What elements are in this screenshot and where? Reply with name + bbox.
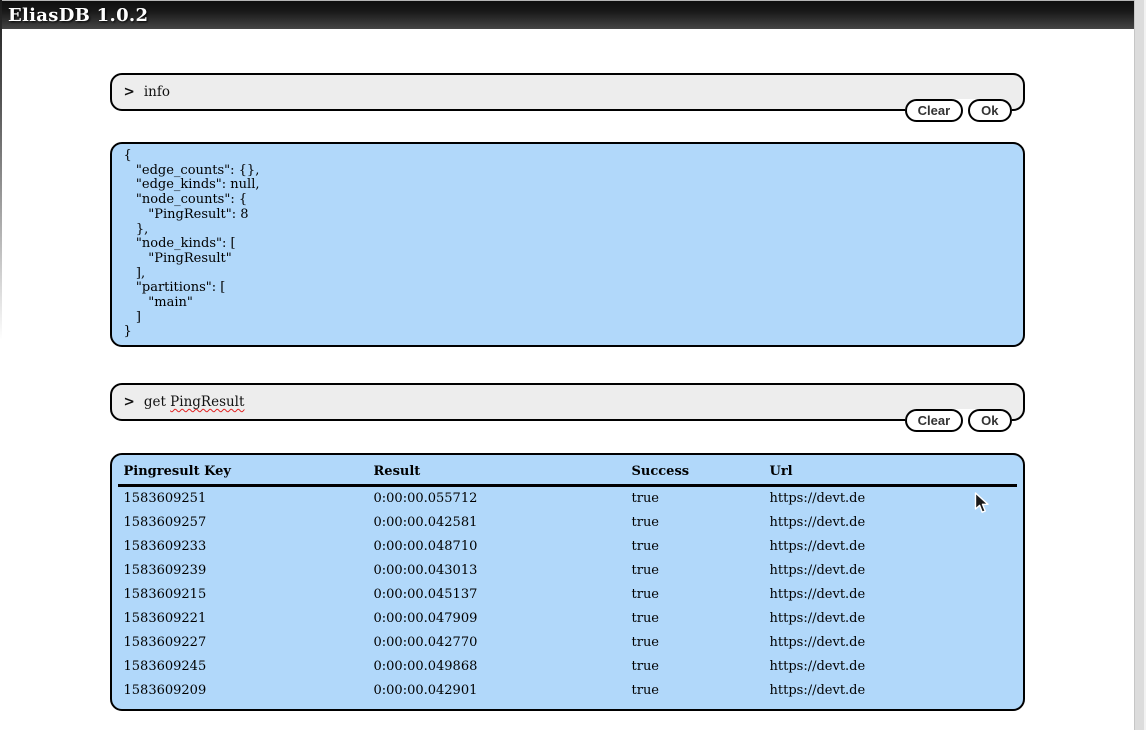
table-cell: 1583609209 [118,679,368,703]
column-header-key: Pingresult Key [118,461,368,486]
table-cell: true [626,631,764,655]
table-cell: 0:00:00.049868 [368,655,626,679]
terminal-query-input-1[interactable]: >info Clear Ok [110,73,1025,111]
titlebar: EliasDB 1.0.2 [0,0,1134,29]
table-row: 15836092450:00:00.049868truehttps://devt… [118,655,1017,679]
table-cell: true [626,655,764,679]
table-cell: 0:00:00.048710 [368,535,626,559]
clear-button[interactable]: Clear [905,99,964,122]
window-left-edge [0,0,2,340]
table-row: 15836092390:00:00.043013truehttps://devt… [118,559,1017,583]
table-cell: https://devt.de [764,679,1017,703]
prompt-symbol: > [124,394,135,410]
table-row: 15836092270:00:00.042770truehttps://devt… [118,631,1017,655]
query-buttons: Clear Ok [905,409,1012,432]
table-cell: 1583609215 [118,583,368,607]
table-cell: true [626,607,764,631]
query-buttons: Clear Ok [905,99,1012,122]
page: > info Clear Ok { "edge_counts": {}, "edg… [0,73,1134,711]
table-cell: 1583609239 [118,559,368,583]
table-cell: 0:00:00.042770 [368,631,626,655]
table-cell: https://devt.de [764,511,1017,535]
clear-button[interactable]: Clear [905,409,964,432]
table-cell: 0:00:00.042901 [368,679,626,703]
info-result-panel: { "edge_counts": {}, "edge_kinds": null,… [110,142,1025,347]
json-output: { "edge_counts": {}, "edge_kinds": null,… [124,149,1011,340]
page-title: EliasDB 1.0.2 [8,5,148,26]
table-cell: true [626,583,764,607]
ping-table-body: 15836092510:00:00.055712truehttps://devt… [118,486,1017,704]
table-cell: true [626,535,764,559]
table-cell: https://devt.de [764,583,1017,607]
terminal-query-input-2[interactable]: >get PingResult Clear Ok [110,383,1025,421]
prompt-symbol: > [124,84,135,100]
table-header-row: Pingresult Key Result Success Url [118,461,1017,486]
table-row: 15836092090:00:00.042901truehttps://devt… [118,679,1017,703]
scrollbar-track[interactable] [1134,0,1146,730]
table-cell: https://devt.de [764,559,1017,583]
query-text: info [144,84,170,100]
column-header-url: Url [764,461,1017,486]
query-text: get [144,394,170,410]
ping-result-table: Pingresult Key Result Success Url 158360… [118,461,1017,703]
table-cell: true [626,511,764,535]
table-cell: 0:00:00.043013 [368,559,626,583]
query-text-misspelled: PingResult [170,394,244,410]
table-cell: 1583609245 [118,655,368,679]
table-cell: 0:00:00.045137 [368,583,626,607]
table-row: 15836092330:00:00.048710truehttps://devt… [118,535,1017,559]
table-row: 15836092510:00:00.055712truehttps://devt… [118,486,1017,512]
table-cell: 0:00:00.055712 [368,486,626,512]
table-cell: true [626,679,764,703]
table-row: 15836092210:00:00.047909truehttps://devt… [118,607,1017,631]
table-cell: true [626,559,764,583]
table-cell: https://devt.de [764,486,1017,512]
table-cell: 1583609233 [118,535,368,559]
table-cell: 1583609221 [118,607,368,631]
table-cell: https://devt.de [764,655,1017,679]
table-cell: 1583609227 [118,631,368,655]
table-cell: https://devt.de [764,535,1017,559]
content: > info Clear Ok { "edge_counts": {}, "edg… [110,73,1025,711]
table-cell: true [626,486,764,512]
table-row: 15836092570:00:00.042581truehttps://devt… [118,511,1017,535]
table-cell: 0:00:00.047909 [368,607,626,631]
column-header-result: Result [368,461,626,486]
ok-button[interactable]: Ok [968,409,1011,432]
table-cell: https://devt.de [764,631,1017,655]
ok-button[interactable]: Ok [968,99,1011,122]
table-cell: https://devt.de [764,607,1017,631]
column-header-success: Success [626,461,764,486]
table-cell: 1583609257 [118,511,368,535]
table-cell: 0:00:00.042581 [368,511,626,535]
table-row: 15836092150:00:00.045137truehttps://devt… [118,583,1017,607]
table-cell: 1583609251 [118,486,368,512]
ping-table-panel: Pingresult Key Result Success Url 158360… [110,453,1025,711]
